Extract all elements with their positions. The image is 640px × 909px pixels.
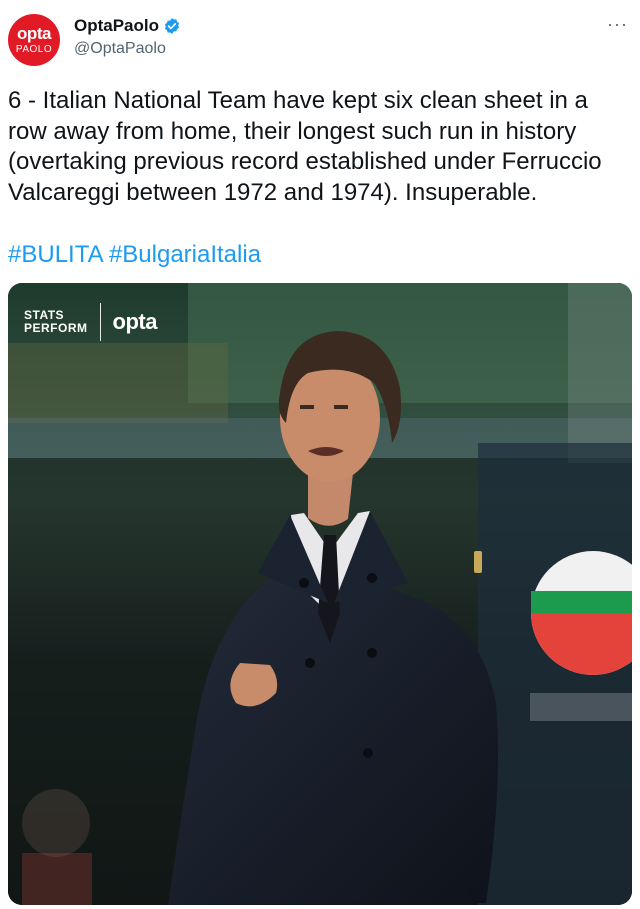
hashtags: #BULITA #BulgariaItalia [8, 240, 261, 270]
display-name[interactable]: OptaPaolo [74, 16, 159, 36]
avatar[interactable]: opta PAOLO [8, 14, 60, 66]
hashtag-link[interactable]: #BulgariaItalia [109, 241, 261, 268]
stats-perform-opta-watermark: STATS PERFORM opta [24, 303, 157, 341]
author-name-row: OptaPaolo [74, 16, 181, 36]
verified-badge-icon [163, 17, 181, 35]
tweet-header: opta PAOLO OptaPaolo @OptaPaolo ··· [0, 0, 640, 70]
author-handle[interactable]: @OptaPaolo [74, 40, 166, 58]
watermark-divider [99, 303, 101, 341]
watermark-perform-text: PERFORM [24, 321, 88, 335]
photo-illustration [8, 283, 632, 905]
avatar-logo-text: opta [17, 24, 51, 43]
tweet-text: 6 - Italian National Team have kept six … [8, 87, 602, 206]
hashtag-link[interactable]: #BULITA [8, 241, 102, 268]
more-options-icon[interactable]: ··· [607, 14, 628, 35]
watermark-opta-logo: opta [112, 309, 158, 334]
avatar-logo-subtext: PAOLO [15, 44, 53, 55]
tweet-photo[interactable]: STATS PERFORM opta [8, 283, 632, 905]
